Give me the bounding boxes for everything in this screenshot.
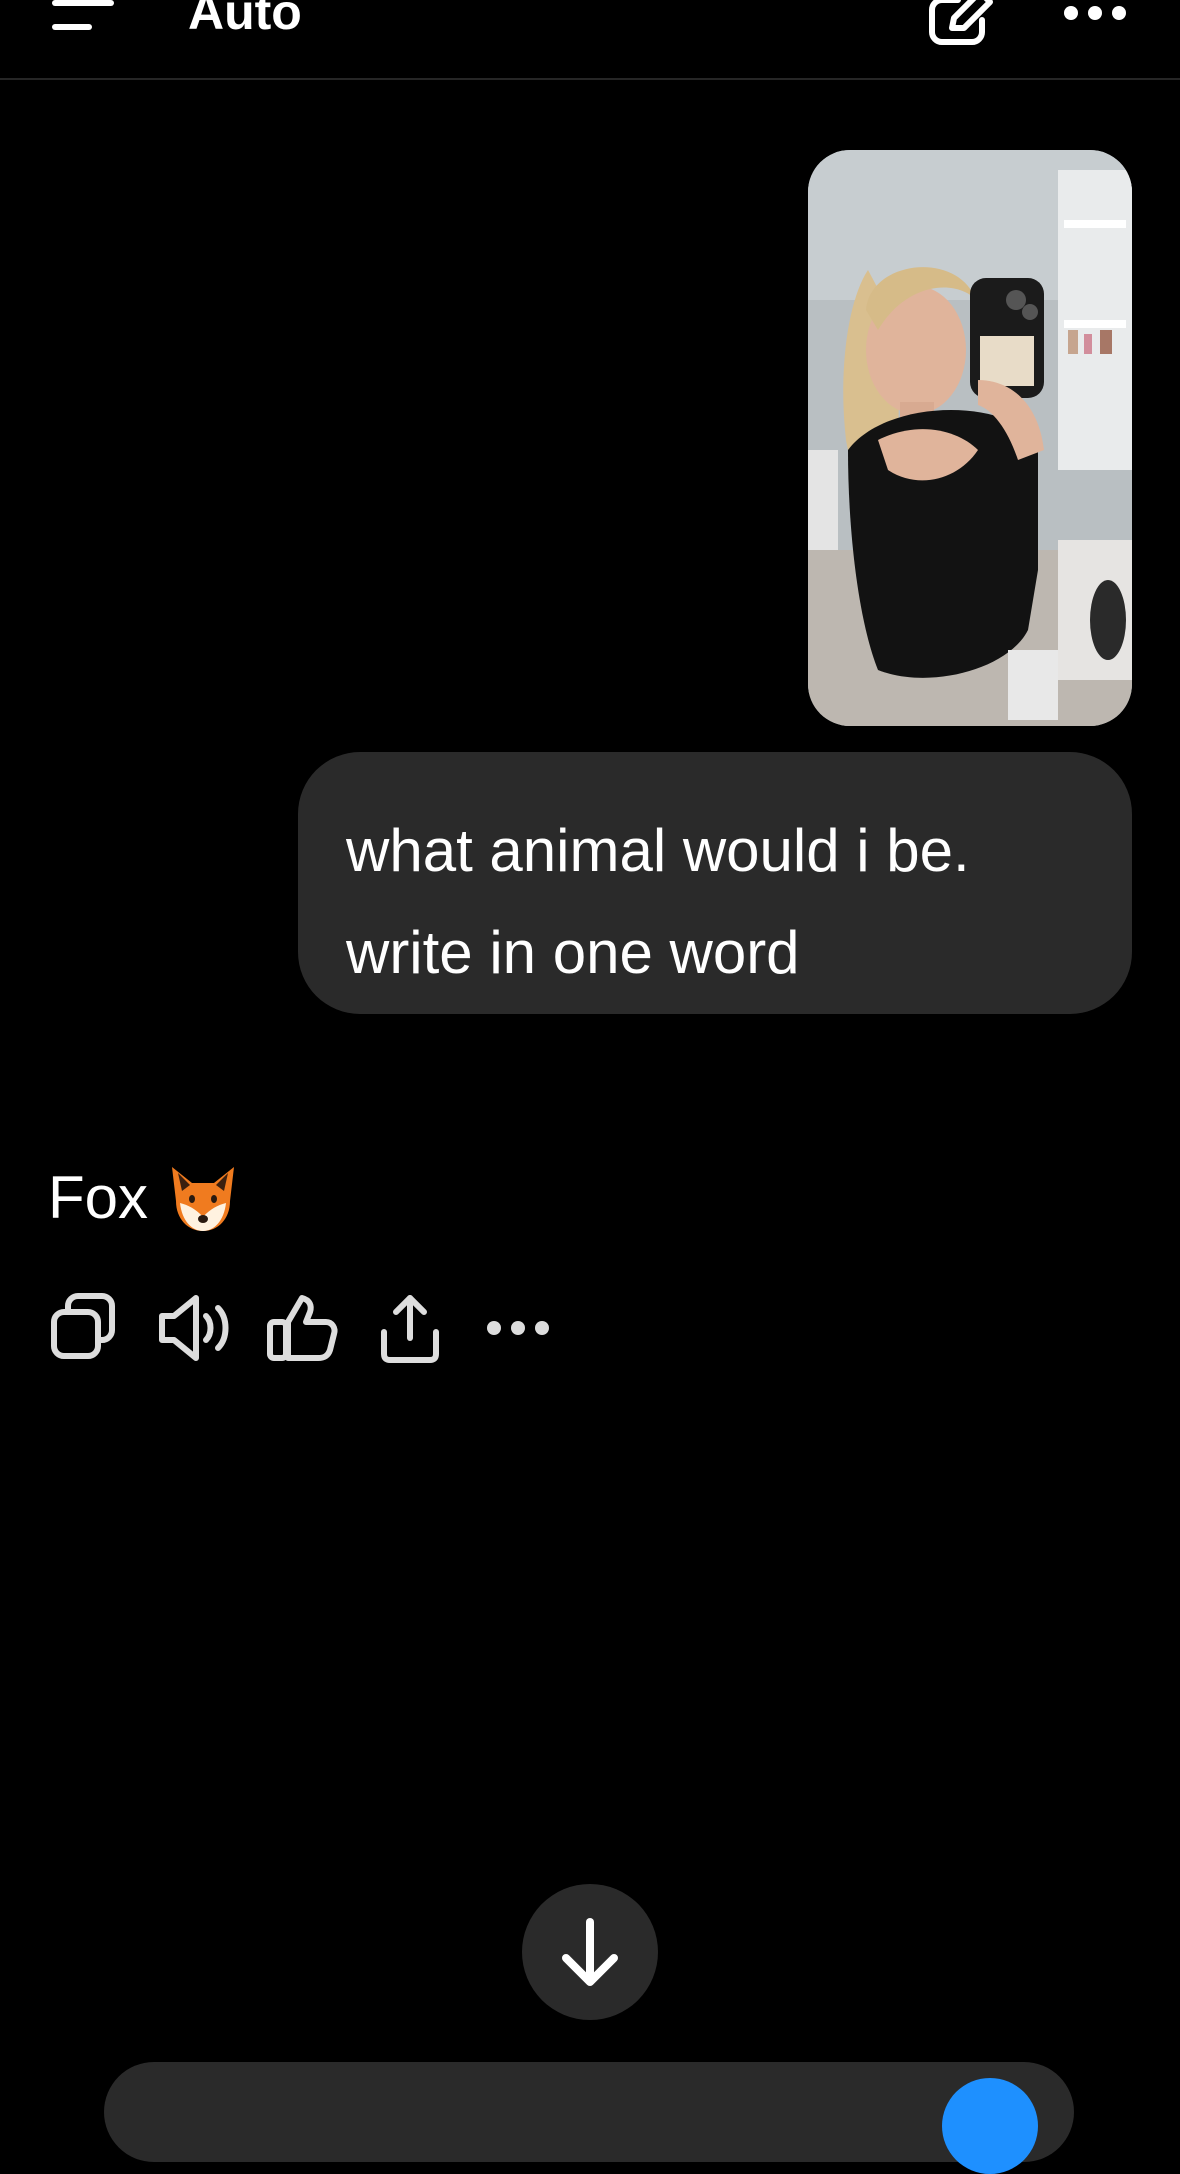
user-message-bubble: what animal would i be. write in one wor…: [298, 752, 1132, 1014]
read-aloud-icon[interactable]: [156, 1292, 232, 1364]
arrow-down-icon: [562, 1918, 618, 1986]
copy-icon[interactable]: [48, 1292, 124, 1364]
assistant-reply-text: Fox: [48, 1164, 149, 1231]
assistant-reply: Fox: [48, 1158, 240, 1238]
thumbs-down-icon[interactable]: [264, 1292, 340, 1364]
send-button[interactable]: [942, 2078, 1038, 2174]
scroll-to-bottom-button[interactable]: [522, 1884, 658, 2020]
user-message-text: what animal would i be. write in one wor…: [346, 817, 970, 986]
more-icon[interactable]: [480, 1292, 556, 1364]
share-icon[interactable]: [372, 1292, 448, 1364]
compose-icon[interactable]: [928, 0, 998, 48]
attached-photo[interactable]: [808, 150, 1132, 726]
photo-image: [808, 150, 1132, 726]
more-icon[interactable]: [1062, 0, 1128, 26]
model-title[interactable]: Auto: [188, 0, 302, 42]
top-bar: Auto: [0, 0, 1180, 80]
message-composer[interactable]: [104, 2062, 1074, 2162]
menu-icon[interactable]: [52, 0, 114, 32]
fox-face-icon: [172, 1167, 235, 1231]
